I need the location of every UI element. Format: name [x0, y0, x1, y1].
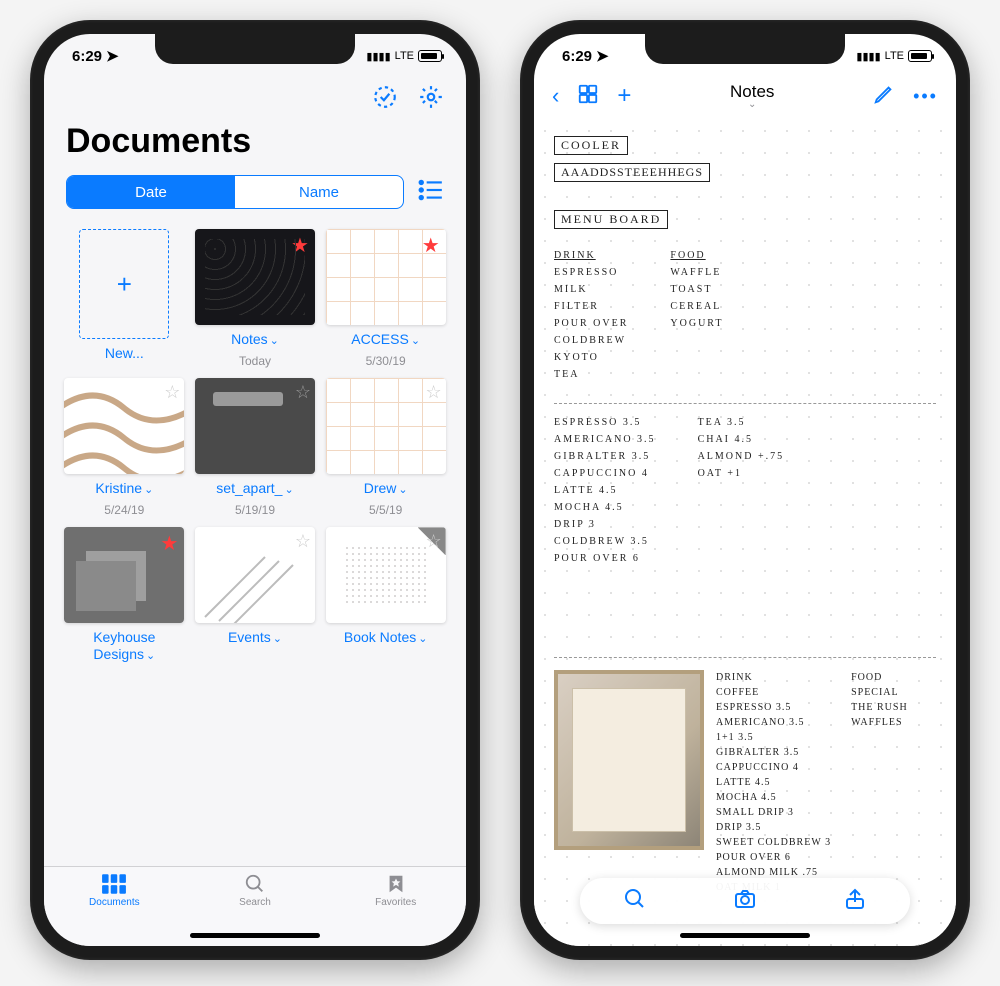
tab-bar: Documents Search Favorites	[44, 866, 466, 946]
photo-col-drink: DRINKCOFFEEESPRESSO 3.5AMERICANO 3.51+1 …	[716, 670, 831, 895]
price-list-right: TEA 3.5CHAI 4.5ALMOND +.75OAT +1	[698, 414, 785, 567]
price-list-left: ESPRESSO 3.5AMERICANO 3.5GIBRALTER 3.5CA…	[554, 414, 656, 567]
sort-segmented[interactable]: Date Name	[66, 175, 404, 209]
note-header: ‹ + Notes ⌄ •••	[534, 78, 956, 116]
grid-icon[interactable]	[577, 83, 599, 110]
doc-new[interactable]: + New...	[64, 229, 185, 368]
battery-icon	[908, 50, 932, 62]
notch	[155, 34, 355, 64]
star-icon: ★	[422, 233, 440, 258]
screen-right: 6:29 ➤ ▮▮▮▮ LTE ‹ + Notes ⌄	[534, 34, 956, 946]
plus-icon[interactable]: +	[79, 229, 169, 339]
chevron-down-icon: ⌄	[146, 650, 155, 662]
add-icon[interactable]: +	[617, 82, 631, 110]
chevron-down-icon: ⌄	[284, 484, 293, 496]
cooler-sub: AAADDSSTEEEHHEGS	[554, 163, 710, 182]
pencil-icon[interactable]	[873, 83, 895, 110]
chevron-down-icon: ⌄	[748, 100, 756, 110]
doc-events[interactable]: ☆ Events⌄	[195, 527, 316, 663]
battery-icon	[418, 50, 442, 62]
signal-icon: ▮▮▮▮	[856, 50, 880, 63]
status-time: 6:29	[72, 48, 102, 65]
back-icon[interactable]: ‹	[552, 83, 559, 109]
star-outline-icon: ☆	[426, 531, 442, 552]
heading-menu: MENU BOARD	[554, 210, 668, 229]
header-actions	[44, 78, 466, 118]
photo-col-food: FOODSPECIALTHE RUSHWAFFLES	[851, 670, 908, 895]
home-indicator[interactable]	[680, 933, 810, 938]
chevron-down-icon: ⌄	[144, 484, 153, 496]
chevron-down-icon: ⌄	[273, 633, 282, 645]
doc-keyhouse[interactable]: ★ Keyhouse Designs⌄	[64, 527, 185, 663]
drinks-list: ESPRESSOMILKFILTERPOUR OVERCOLDBREWKYOTO…	[554, 264, 628, 383]
view-list-icon[interactable]	[418, 179, 444, 206]
location-icon: ➤	[596, 47, 609, 65]
net-label: LTE	[395, 50, 414, 62]
doc-book-notes[interactable]: ☆ Book Notes⌄	[325, 527, 446, 663]
doc-kristine[interactable]: ☆ Kristine⌄ 5/24/19	[64, 378, 185, 517]
star-outline-icon: ☆	[426, 382, 442, 403]
sync-icon[interactable]	[372, 84, 398, 110]
doc-set-apart[interactable]: ☆ set_apart_⌄ 5/19/19	[195, 378, 316, 517]
phone-left: 6:29 ➤ ▮▮▮▮ LTE Documents Date Name	[30, 20, 480, 960]
chevron-down-icon: ⌄	[398, 484, 407, 496]
search-icon[interactable]	[623, 887, 647, 916]
divider	[554, 657, 936, 658]
phone-right: 6:29 ➤ ▮▮▮▮ LTE ‹ + Notes ⌄	[520, 20, 970, 960]
doc-notes[interactable]: ★ Notes⌄ Today	[195, 229, 316, 368]
embedded-photo[interactable]	[554, 670, 704, 850]
star-outline-icon: ☆	[295, 382, 311, 403]
divider	[554, 403, 936, 404]
foods-list: WAFFLETOASTCEREALYOGURT	[670, 264, 723, 332]
signal-icon: ▮▮▮▮	[366, 50, 390, 63]
camera-icon[interactable]	[733, 887, 757, 916]
doc-drew[interactable]: ☆ Drew⌄ 5/5/19	[325, 378, 446, 517]
more-icon[interactable]: •••	[913, 86, 938, 107]
note-toolbar	[580, 878, 910, 924]
screen-left: 6:29 ➤ ▮▮▮▮ LTE Documents Date Name	[44, 34, 466, 946]
sort-date[interactable]: Date	[67, 176, 235, 208]
heading-cooler: COOLER	[554, 136, 628, 155]
chevron-down-icon: ⌄	[270, 335, 279, 347]
home-indicator[interactable]	[190, 933, 320, 938]
star-icon: ★	[160, 531, 178, 556]
star-icon: ★	[291, 233, 309, 258]
net-label: LTE	[885, 50, 904, 62]
tab-favorites[interactable]: Favorites	[325, 873, 466, 946]
sort-name[interactable]: Name	[235, 176, 403, 208]
doc-access[interactable]: ★ ACCESS⌄ 5/30/19	[325, 229, 446, 368]
note-title[interactable]: Notes ⌄	[730, 83, 774, 110]
settings-icon[interactable]	[418, 84, 444, 110]
tab-documents[interactable]: Documents	[44, 873, 185, 946]
location-icon: ➤	[106, 47, 119, 65]
note-canvas[interactable]: COOLER AAADDSSTEEEHHEGS MENU BOARD DRINK…	[534, 120, 956, 946]
status-time: 6:29	[562, 48, 592, 65]
document-grid: + New... ★ Notes⌄ Today ★ ACCESS⌄ 5/30/1…	[44, 225, 466, 663]
page-title: Documents	[44, 118, 466, 175]
notch	[645, 34, 845, 64]
share-icon[interactable]	[843, 887, 867, 916]
chevron-down-icon: ⌄	[418, 633, 427, 645]
chevron-down-icon: ⌄	[411, 335, 420, 347]
